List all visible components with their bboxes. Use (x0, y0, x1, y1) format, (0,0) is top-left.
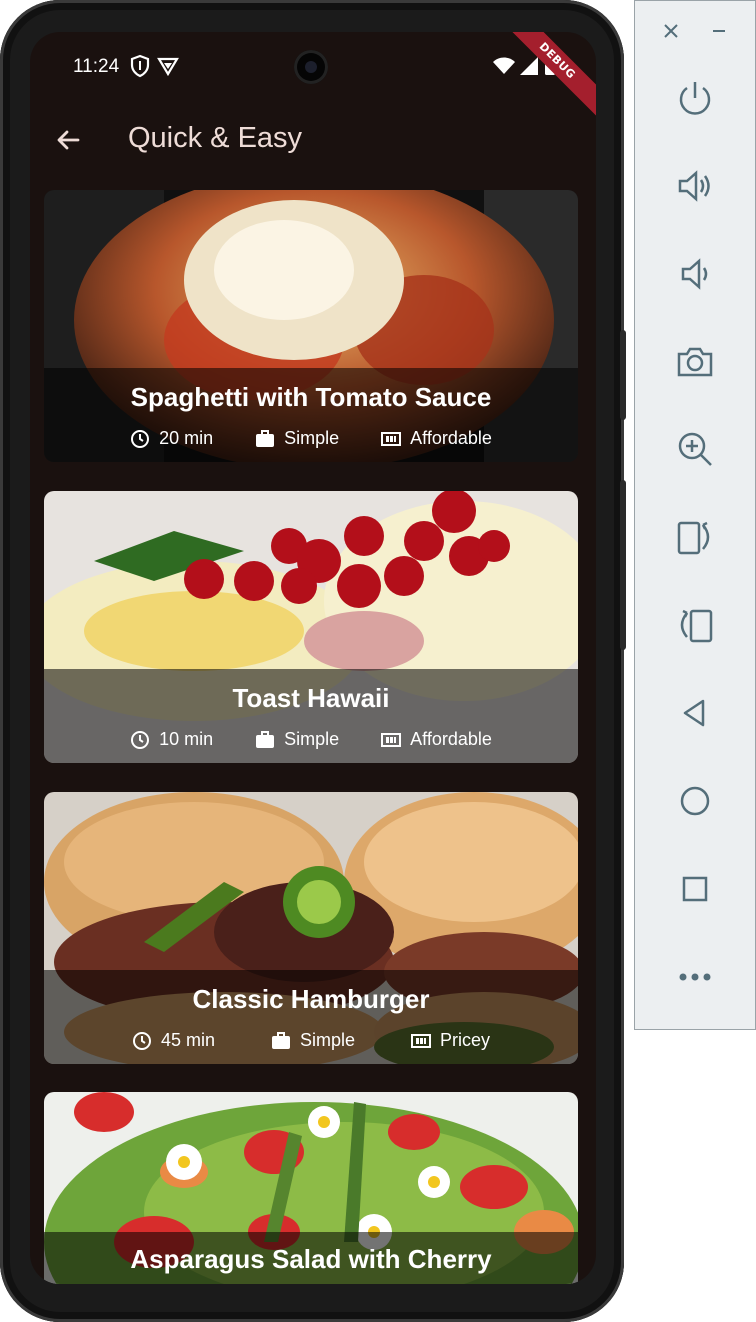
power-button[interactable] (671, 74, 719, 122)
affordability-item: Affordable (381, 729, 492, 750)
device-screen: 11:24 DEBUG Quick & Easy Spaghetti with … (30, 32, 596, 1284)
complexity-item: Simple (271, 1030, 355, 1051)
overview-icon (682, 876, 708, 902)
phone-frame: 11:24 DEBUG Quick & Easy Spaghetti with … (0, 0, 626, 1322)
meal-meta: 45 min Simple Pricey (44, 1030, 578, 1051)
status-time: 11:24 (73, 56, 120, 77)
meal-title: Asparagus Salad with Cherry (130, 1244, 492, 1274)
rotate-left-icon (677, 521, 710, 555)
meal-card[interactable]: Classic Hamburger 45 min Simple Pricey (44, 792, 578, 1064)
complexity-label: Simple (284, 428, 340, 448)
signal-icon (520, 57, 538, 75)
briefcase-icon (256, 429, 275, 447)
meal-card[interactable]: Spaghetti with Tomato Sauce 20 min Simpl… (44, 190, 578, 462)
meal-title: Toast Hawaii (232, 683, 390, 713)
zoom-button[interactable] (671, 425, 719, 473)
volume-down-button[interactable] (671, 250, 719, 298)
briefcase-icon (256, 730, 275, 748)
volume-down-icon (681, 258, 708, 290)
duration-item: 20 min (130, 428, 213, 449)
volume-up-icon (678, 170, 710, 202)
back-button[interactable] (671, 689, 719, 737)
meal-title: Classic Hamburger (192, 984, 430, 1014)
clock-icon (131, 429, 150, 448)
volume-side-button (620, 480, 626, 650)
affordability-item: Affordable (381, 428, 492, 449)
wifi-icon (493, 57, 515, 74)
meal-meta: 20 min Simple Affordable (44, 428, 578, 449)
power-icon (679, 82, 711, 115)
money-icon (381, 431, 402, 446)
zoom-in-icon (678, 432, 712, 466)
screenshot-button[interactable] (671, 338, 719, 386)
back-icon (683, 699, 705, 727)
overview-button[interactable] (671, 865, 719, 913)
complexity-label: Simple (299, 1030, 356, 1050)
affordability-label: Pricey (440, 1030, 491, 1050)
shield-icon (130, 54, 150, 78)
minimize-icon[interactable] (707, 19, 731, 43)
home-icon (680, 786, 710, 816)
duration-label: 20 min (159, 428, 214, 448)
complexity-item: Simple (255, 428, 339, 449)
camera-icon (677, 347, 713, 377)
briefcase-icon (271, 1031, 290, 1049)
duration-label: 45 min (160, 1030, 215, 1050)
meal-title: Spaghetti with Tomato Sauce (130, 382, 492, 412)
meal-card[interactable]: Toast Hawaii 10 min Simple Affordable (44, 491, 578, 763)
meal-info-overlay: Toast Hawaii 10 min Simple Affordable (44, 669, 578, 763)
home-button[interactable] (671, 777, 719, 825)
page-title: Quick & Easy (128, 122, 303, 154)
complexity-label: Simple (284, 729, 340, 749)
clock-icon (132, 1031, 151, 1050)
arrow-back-icon[interactable] (52, 124, 84, 156)
power-side-button (620, 330, 626, 420)
meal-meta: 10 min Simple Affordable (44, 729, 578, 750)
clock-icon (131, 730, 150, 749)
meal-info-overlay: Classic Hamburger 45 min Simple Pricey (44, 970, 578, 1064)
meal-info-overlay: Spaghetti with Tomato Sauce 20 min Simpl… (44, 368, 578, 462)
rotate-right-icon (680, 609, 713, 643)
front-camera (294, 50, 328, 84)
emulator-panel (634, 0, 756, 1030)
meal-info-overlay: Asparagus Salad with Cherry (44, 1232, 578, 1284)
affordability-label: Affordable (410, 729, 492, 749)
affordability-label: Affordable (410, 428, 492, 448)
duration-label: 10 min (159, 729, 214, 749)
money-icon (411, 1033, 432, 1048)
vpn-icon (157, 57, 179, 77)
more-icon (679, 973, 711, 981)
affordability-item: Pricey (411, 1030, 490, 1051)
meal-card[interactable]: Asparagus Salad with Cherry (44, 1092, 578, 1284)
app-bar: Quick & Easy (30, 112, 596, 168)
rotate-left-button[interactable] (671, 513, 719, 561)
duration-item: 10 min (130, 729, 213, 750)
complexity-item: Simple (255, 729, 339, 750)
duration-item: 45 min (132, 1030, 215, 1051)
close-icon[interactable] (659, 19, 683, 43)
rotate-right-button[interactable] (671, 601, 719, 649)
volume-up-button[interactable] (671, 162, 719, 210)
money-icon (381, 732, 402, 747)
more-button[interactable] (671, 953, 719, 1001)
